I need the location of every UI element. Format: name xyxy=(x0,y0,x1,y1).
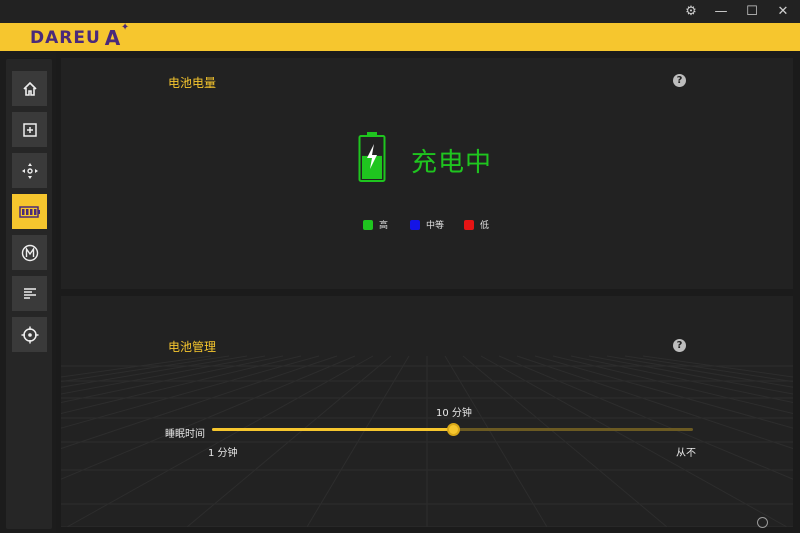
nav-directional[interactable] xyxy=(12,153,47,188)
nav-crosshair[interactable] xyxy=(12,317,47,352)
text-align-icon xyxy=(23,287,36,299)
battery-level-title: 电池电量 xyxy=(168,76,217,90)
management-help-icon[interactable]: ? xyxy=(673,339,686,352)
battery-management-panel: 电池管理 ? 10 分钟 睡眠时间 1 分钟 从不 xyxy=(61,296,793,527)
close-button[interactable]: ✕ xyxy=(768,0,798,23)
macro-m-icon xyxy=(21,244,38,261)
watermark xyxy=(757,517,771,528)
charging-battery-icon xyxy=(358,132,386,182)
home-icon xyxy=(22,81,37,96)
slider-fill xyxy=(212,428,453,431)
battery-management-title: 电池管理 xyxy=(168,340,217,354)
nav-home[interactable] xyxy=(12,71,47,106)
title-bar: ⚙ — ☐ ✕ xyxy=(0,0,800,23)
legend-medium: 中等 xyxy=(410,218,444,231)
minimize-button[interactable]: — xyxy=(706,0,736,23)
nav-text-align[interactable] xyxy=(12,276,47,311)
sidebar xyxy=(0,51,56,533)
slider-max-label: 从不 xyxy=(676,448,696,459)
slider-thumb[interactable] xyxy=(446,423,460,436)
perspective-grid-background xyxy=(61,355,793,527)
battery-help-icon[interactable]: ? xyxy=(673,74,686,87)
maximize-button[interactable]: ☐ xyxy=(737,0,767,23)
legend-low: 低 xyxy=(464,218,489,231)
watermark-logo-icon xyxy=(757,517,768,528)
battery-level-panel: 电池电量 ? 充电中 高 中等 低 xyxy=(61,58,793,289)
dareu-logo: DAREU A ✦ xyxy=(30,22,130,50)
directional-pad-icon xyxy=(21,162,38,179)
battery-icon xyxy=(18,205,40,218)
crosshair-icon xyxy=(21,326,38,343)
sleep-time-slider[interactable] xyxy=(212,423,693,436)
legend-low-swatch xyxy=(464,219,474,230)
settings-button[interactable]: ⚙ xyxy=(676,0,706,23)
sleep-time-label: 睡眠时间 xyxy=(165,429,205,440)
add-key-icon xyxy=(22,122,37,137)
legend-high: 高 xyxy=(363,218,388,231)
sleep-time-value: 10 分钟 xyxy=(436,408,472,419)
charging-status: 充电中 xyxy=(411,148,493,178)
nav-add-key[interactable] xyxy=(12,112,47,147)
legend-medium-swatch xyxy=(410,219,420,230)
sidebar-nav xyxy=(6,59,52,529)
slider-min-label: 1 分钟 xyxy=(208,448,238,459)
legend-high-swatch xyxy=(363,219,373,230)
nav-macro[interactable] xyxy=(12,235,47,270)
nav-battery[interactable] xyxy=(12,194,47,229)
gear-icon: ⚙ xyxy=(685,4,697,19)
brand-bar: DAREU A ✦ xyxy=(0,22,800,51)
